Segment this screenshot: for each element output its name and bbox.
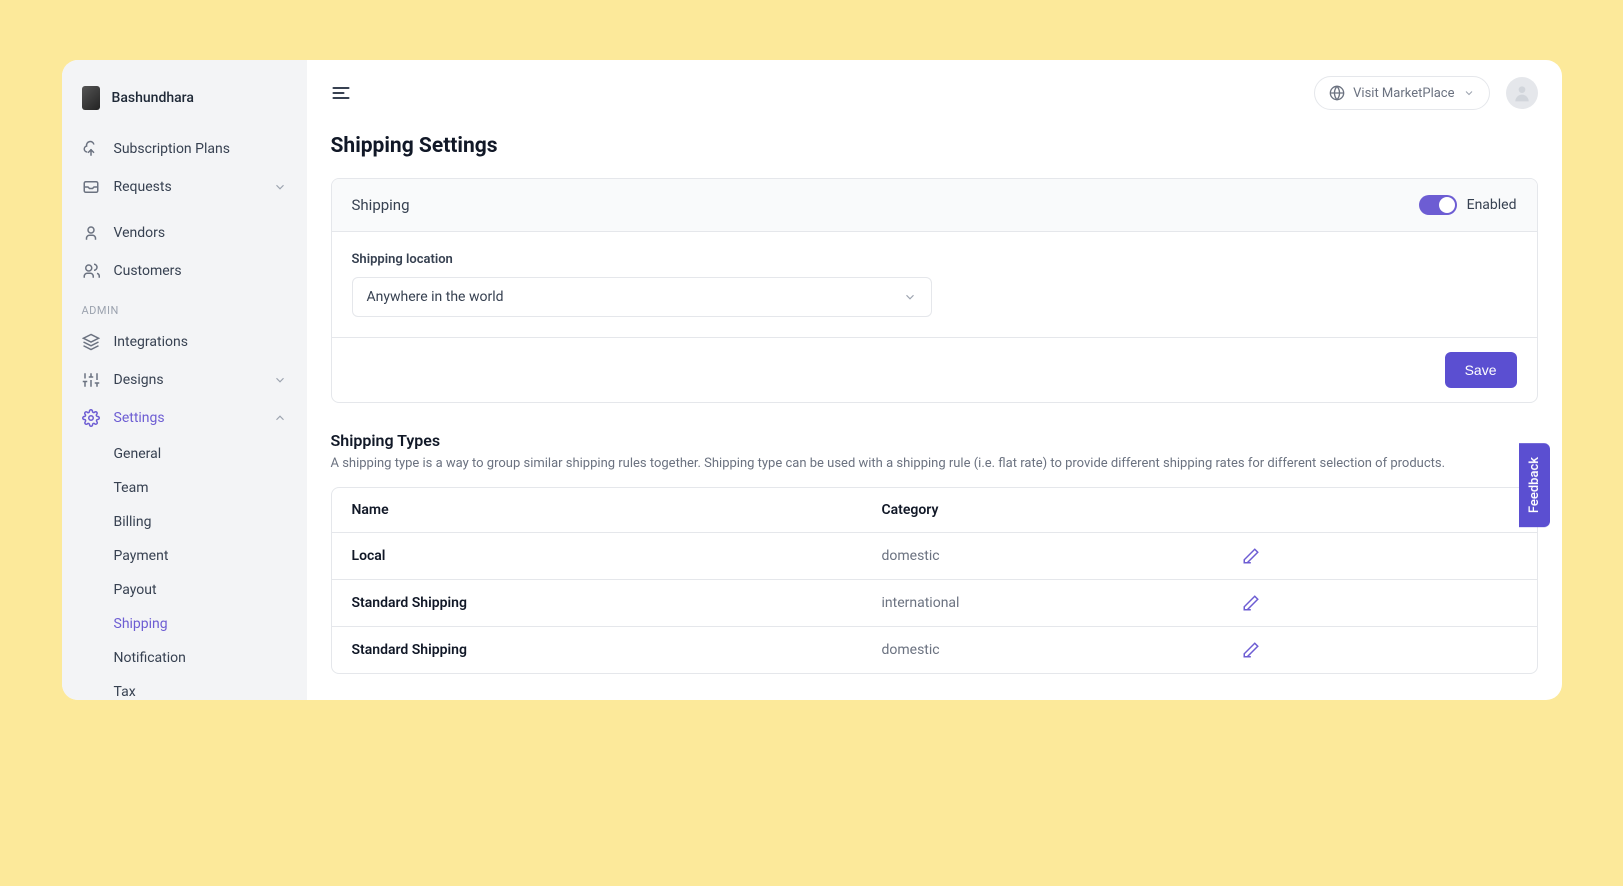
shipping-location-select[interactable]: Anywhere in the world xyxy=(352,277,932,317)
chevron-down-icon xyxy=(273,373,287,387)
brand-name: Bashundhara xyxy=(112,90,194,106)
shipping-location-label: Shipping location xyxy=(352,252,1517,267)
sidebar-item-settings[interactable]: Settings xyxy=(62,399,307,437)
brand-icon xyxy=(82,86,100,110)
table-header-row: Name Category xyxy=(332,488,1537,533)
table-row: Standard Shipping international xyxy=(332,580,1537,627)
page-title: Shipping Settings xyxy=(331,134,1538,158)
edit-icon[interactable] xyxy=(1242,641,1260,659)
row-name: Standard Shipping xyxy=(352,595,882,611)
shipping-card: Shipping Enabled Shipping location Anywh… xyxy=(331,178,1538,403)
column-header-name: Name xyxy=(352,502,882,518)
users-icon xyxy=(82,262,100,280)
menu-toggle-icon[interactable] xyxy=(331,83,351,103)
sidebar-item-label: Subscription Plans xyxy=(114,141,230,157)
row-category: domestic xyxy=(882,548,1242,564)
sidebar-item-customers[interactable]: Customers xyxy=(62,252,307,290)
sidebar-sub-notification[interactable]: Notification xyxy=(62,641,307,675)
sidebar-item-vendors[interactable]: Vendors xyxy=(62,214,307,252)
row-category: international xyxy=(882,595,1242,611)
sidebar-item-subscription-plans[interactable]: Subscription Plans xyxy=(62,130,307,168)
chevron-up-icon xyxy=(273,411,287,425)
cloud-upload-icon xyxy=(82,140,100,158)
sidebar-item-designs[interactable]: Designs xyxy=(62,361,307,399)
sidebar-item-label: Designs xyxy=(114,372,164,388)
sidebar-section-admin: ADMIN xyxy=(62,290,307,323)
shipping-types-table: Name Category Local domestic Standard Sh… xyxy=(331,487,1538,674)
brand[interactable]: Bashundhara xyxy=(62,80,307,130)
shipping-enabled-toggle[interactable] xyxy=(1419,195,1457,215)
main-area: Visit MarketPlace Shipping Settings Ship… xyxy=(307,60,1562,700)
row-name: Standard Shipping xyxy=(352,642,882,658)
sidebar-item-label: Customers xyxy=(114,263,182,279)
globe-icon xyxy=(1329,85,1345,101)
inbox-icon xyxy=(82,178,100,196)
sidebar-sub-payout[interactable]: Payout xyxy=(62,573,307,607)
user-icon xyxy=(82,224,100,242)
sidebar-item-label: Vendors xyxy=(114,225,166,241)
row-category: domestic xyxy=(882,642,1242,658)
chevron-down-icon xyxy=(273,180,287,194)
shipping-location-value: Anywhere in the world xyxy=(367,289,504,305)
shipping-card-title: Shipping xyxy=(352,196,410,214)
sidebar-item-label: Settings xyxy=(114,410,165,426)
column-header-category: Category xyxy=(882,502,1242,518)
sidebar-sub-team[interactable]: Team xyxy=(62,471,307,505)
visit-marketplace-label: Visit MarketPlace xyxy=(1353,86,1454,101)
visit-marketplace-button[interactable]: Visit MarketPlace xyxy=(1314,76,1489,110)
sidebar-sub-tax[interactable]: Tax xyxy=(62,675,307,700)
sidebar-item-integrations[interactable]: Integrations xyxy=(62,323,307,361)
sidebar-sub-billing[interactable]: Billing xyxy=(62,505,307,539)
chevron-down-icon xyxy=(903,290,917,304)
shipping-types-title: Shipping Types xyxy=(331,431,1538,450)
layers-icon xyxy=(82,333,100,351)
sidebar-item-label: Requests xyxy=(114,179,172,195)
sidebar: Bashundhara Subscription Plans Requests … xyxy=(62,60,307,700)
table-row: Standard Shipping domestic xyxy=(332,627,1537,673)
shipping-types-description: A shipping type is a way to group simila… xyxy=(331,456,1538,471)
save-button[interactable]: Save xyxy=(1445,352,1517,388)
sidebar-sub-general[interactable]: General xyxy=(62,437,307,471)
feedback-label: Feedback xyxy=(1527,457,1542,513)
shipping-card-header: Shipping Enabled xyxy=(332,179,1537,232)
edit-icon[interactable] xyxy=(1242,594,1260,612)
sidebar-sub-payment[interactable]: Payment xyxy=(62,539,307,573)
header: Visit MarketPlace xyxy=(307,60,1562,126)
avatar[interactable] xyxy=(1506,77,1538,109)
gear-icon xyxy=(82,409,100,427)
sidebar-item-requests[interactable]: Requests xyxy=(62,168,307,206)
sidebar-sub-shipping[interactable]: Shipping xyxy=(62,607,307,641)
chevron-down-icon xyxy=(1463,87,1475,99)
sliders-icon xyxy=(82,371,100,389)
table-row: Local domestic xyxy=(332,533,1537,580)
sidebar-item-label: Integrations xyxy=(114,334,188,350)
shipping-enabled-label: Enabled xyxy=(1467,197,1517,213)
feedback-button[interactable]: Feedback xyxy=(1519,443,1550,527)
edit-icon[interactable] xyxy=(1242,547,1260,565)
row-name: Local xyxy=(352,548,882,564)
